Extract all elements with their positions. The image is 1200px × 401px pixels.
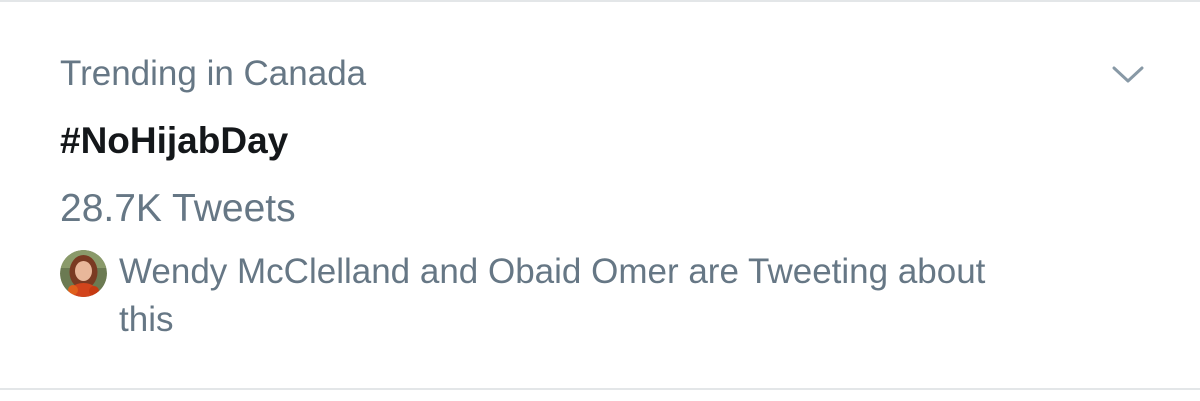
tweet-count: 28.7K Tweets	[60, 187, 296, 230]
chevron-down-icon[interactable]	[1108, 60, 1148, 88]
trend-card[interactable]: Trending in Canada #NoHijabDay 28.7K Twe…	[0, 0, 1200, 401]
social-context-text: Wendy McClelland and Obaid Omer are Twee…	[119, 252, 986, 339]
social-context: Wendy McClelland and Obaid Omer are Twee…	[60, 248, 1060, 344]
trend-context: Trending in Canada	[60, 54, 367, 93]
trend-hashtag[interactable]: #NoHijabDay	[60, 118, 288, 164]
avatar[interactable]	[60, 250, 107, 297]
